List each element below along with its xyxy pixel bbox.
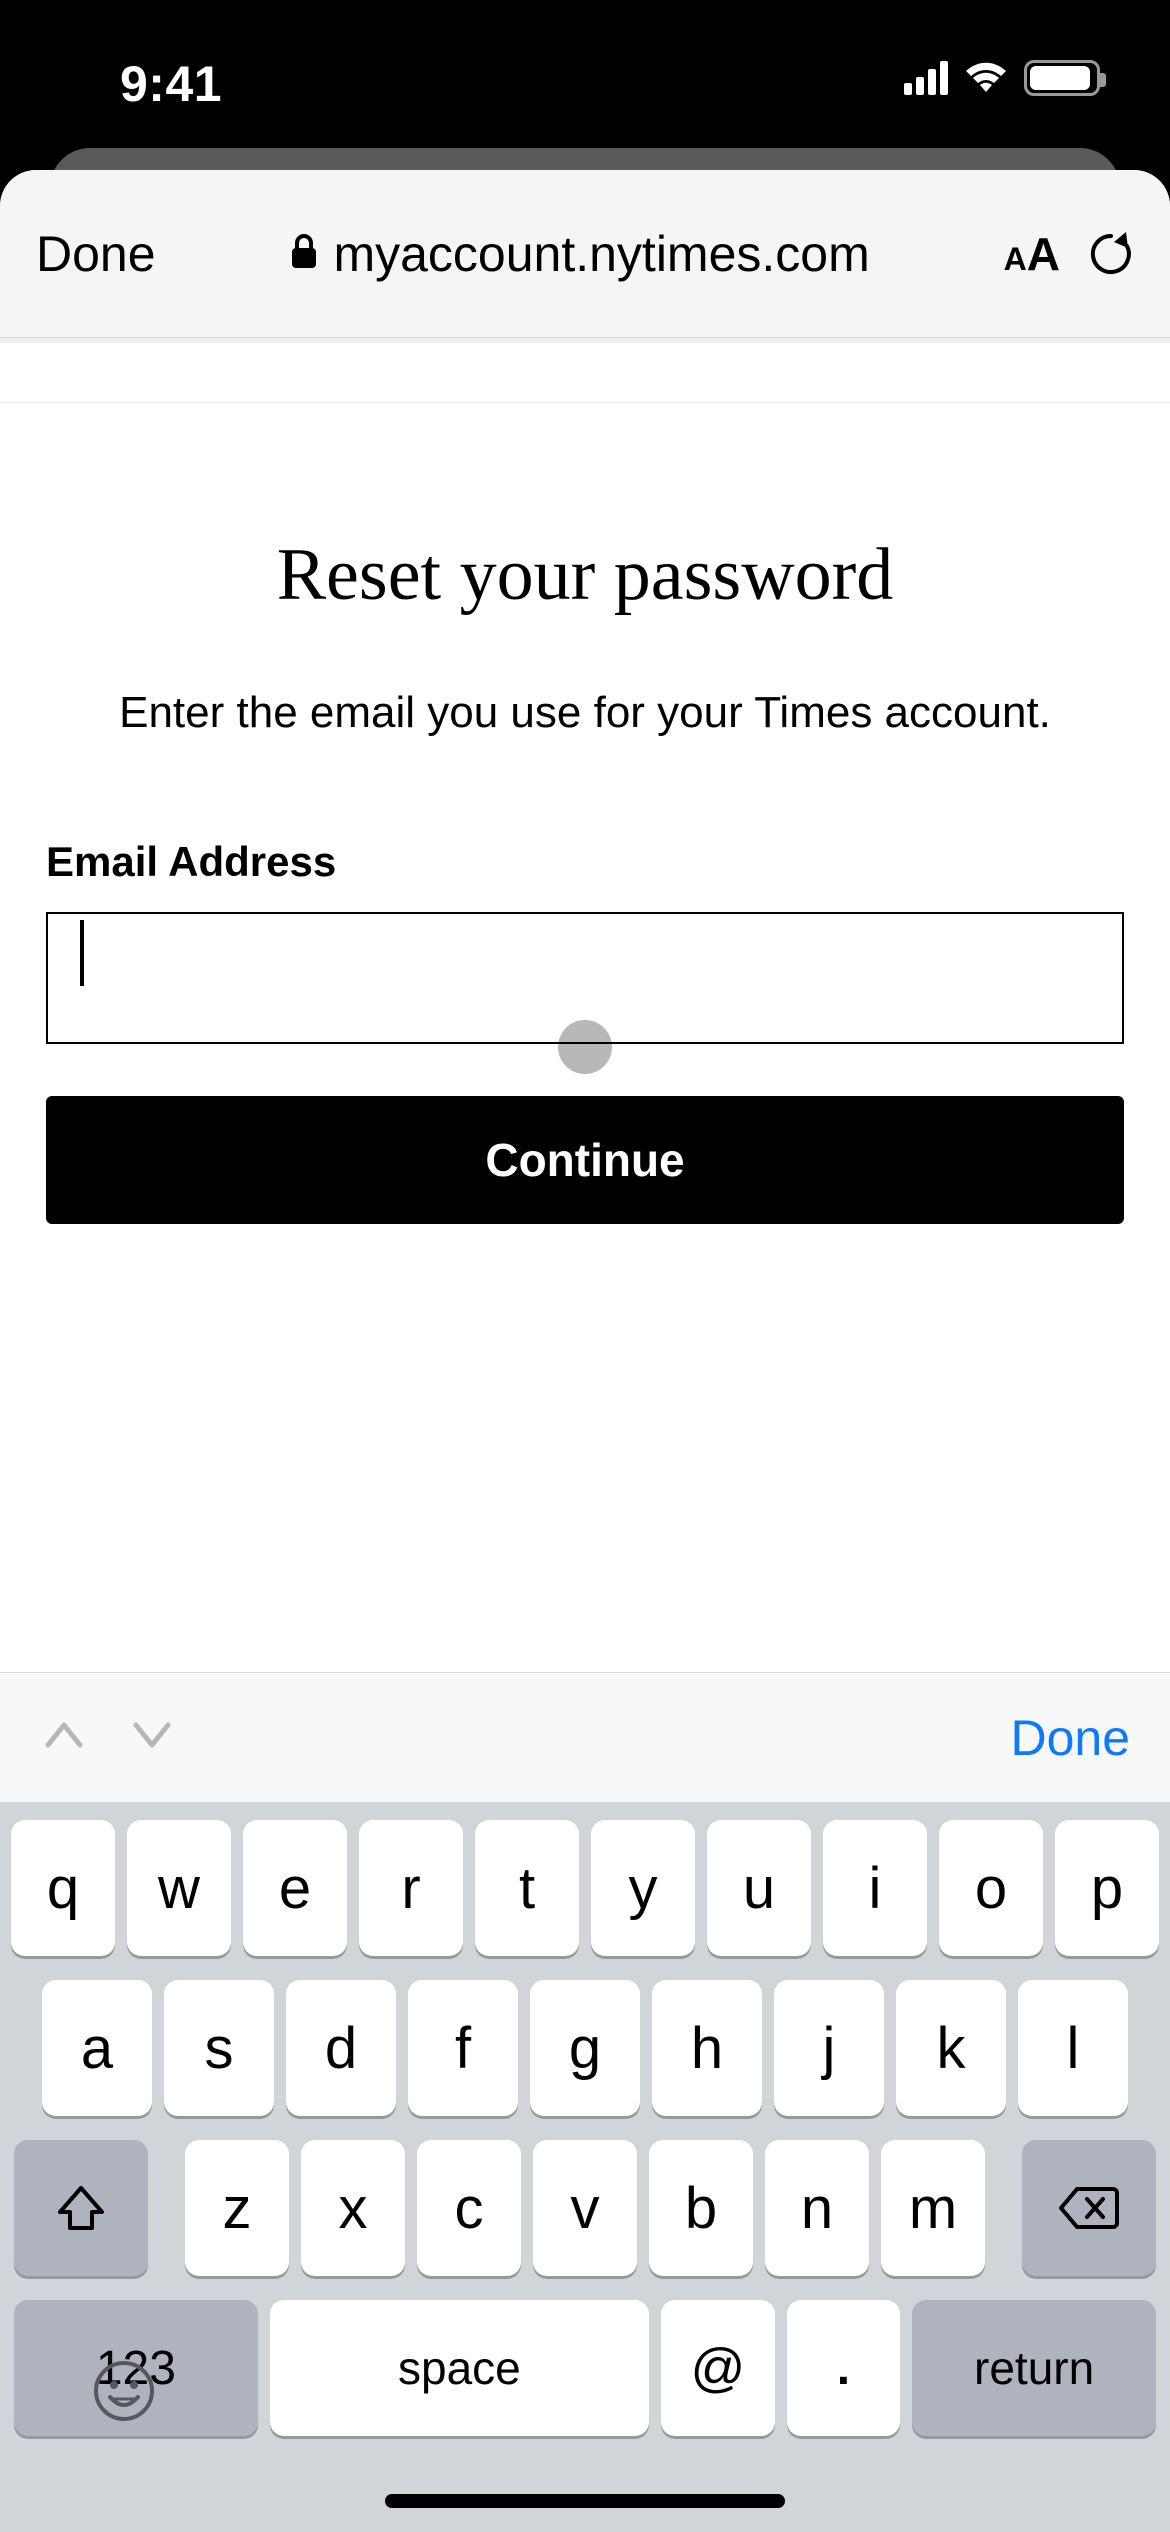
continue-button[interactable]: Continue — [46, 1096, 1124, 1224]
text-size-button[interactable]: AA — [1004, 227, 1060, 281]
key-r[interactable]: r — [359, 1820, 463, 1956]
key-e[interactable]: e — [243, 1820, 347, 1956]
keyboard-row-3: z x c v b n m — [10, 2140, 1160, 2276]
keyboard: q w e r t y u i o p a s d f g h j k l — [0, 1802, 1170, 2532]
key-u[interactable]: u — [707, 1820, 811, 1956]
status-icons — [904, 60, 1100, 96]
key-q[interactable]: q — [11, 1820, 115, 1956]
key-h[interactable]: h — [652, 1980, 762, 2116]
page-top-divider — [0, 343, 1170, 403]
key-shift[interactable] — [14, 2140, 148, 2276]
key-space[interactable]: space — [270, 2300, 649, 2436]
address-bar[interactable]: myaccount.nytimes.com — [184, 225, 976, 283]
text-cursor — [80, 920, 84, 986]
email-input-wrap — [46, 886, 1124, 1044]
email-label: Email Address — [46, 838, 1124, 886]
safari-done-button[interactable]: Done — [36, 225, 156, 283]
key-d[interactable]: d — [286, 1980, 396, 2116]
key-m[interactable]: m — [881, 2140, 985, 2276]
keyboard-done-button[interactable]: Done — [1010, 1709, 1130, 1767]
prev-field-button[interactable] — [40, 1711, 88, 1764]
cellular-icon — [904, 61, 948, 95]
safari-sheet: Done myaccount.nytimes.com AA Reset your… — [0, 170, 1170, 2532]
key-n[interactable]: n — [765, 2140, 869, 2276]
key-at[interactable]: @ — [661, 2300, 775, 2436]
key-g[interactable]: g — [530, 1980, 640, 2116]
keyboard-row-1: q w e r t y u i o p — [10, 1820, 1160, 1956]
aa-big: A — [1027, 227, 1060, 281]
key-o[interactable]: o — [939, 1820, 1043, 1956]
page-heading: Reset your password — [46, 533, 1124, 618]
status-time: 9:41 — [120, 55, 222, 113]
keyboard-accessory-bar: Done — [0, 1672, 1170, 1802]
key-t[interactable]: t — [475, 1820, 579, 1956]
key-a[interactable]: a — [42, 1980, 152, 2116]
key-j[interactable]: j — [774, 1980, 884, 2116]
key-w[interactable]: w — [127, 1820, 231, 1956]
key-c[interactable]: c — [417, 2140, 521, 2276]
key-s[interactable]: s — [164, 1980, 274, 2116]
key-x[interactable]: x — [301, 2140, 405, 2276]
key-l[interactable]: l — [1018, 1980, 1128, 2116]
keyboard-row-2: a s d f g h j k l — [10, 1980, 1160, 2116]
key-backspace[interactable] — [1022, 2140, 1156, 2276]
key-k[interactable]: k — [896, 1980, 1006, 2116]
next-field-button[interactable] — [128, 1711, 176, 1764]
key-z[interactable]: z — [185, 2140, 289, 2276]
key-f[interactable]: f — [408, 1980, 518, 2116]
aa-small: A — [1004, 241, 1027, 278]
key-dot[interactable]: . — [787, 2300, 901, 2436]
emoji-keyboard-button[interactable] — [92, 2359, 156, 2438]
key-p[interactable]: p — [1055, 1820, 1159, 1956]
touch-indicator — [558, 1020, 612, 1074]
web-content: Reset your password Enter the email you … — [0, 342, 1170, 1676]
home-indicator[interactable] — [385, 2494, 785, 2508]
reload-button[interactable] — [1088, 228, 1134, 280]
key-y[interactable]: y — [591, 1820, 695, 1956]
key-b[interactable]: b — [649, 2140, 753, 2276]
wifi-icon — [962, 60, 1010, 96]
key-return[interactable]: return — [912, 2300, 1156, 2436]
key-v[interactable]: v — [533, 2140, 637, 2276]
url-text: myaccount.nytimes.com — [333, 225, 869, 283]
safari-toolbar: Done myaccount.nytimes.com AA — [0, 170, 1170, 338]
lock-icon — [289, 232, 319, 275]
page-subheading: Enter the email you use for your Times a… — [46, 688, 1124, 738]
battery-icon — [1024, 60, 1100, 96]
keyboard-row-4: 123 space @ . return — [10, 2300, 1160, 2436]
key-i[interactable]: i — [823, 1820, 927, 1956]
